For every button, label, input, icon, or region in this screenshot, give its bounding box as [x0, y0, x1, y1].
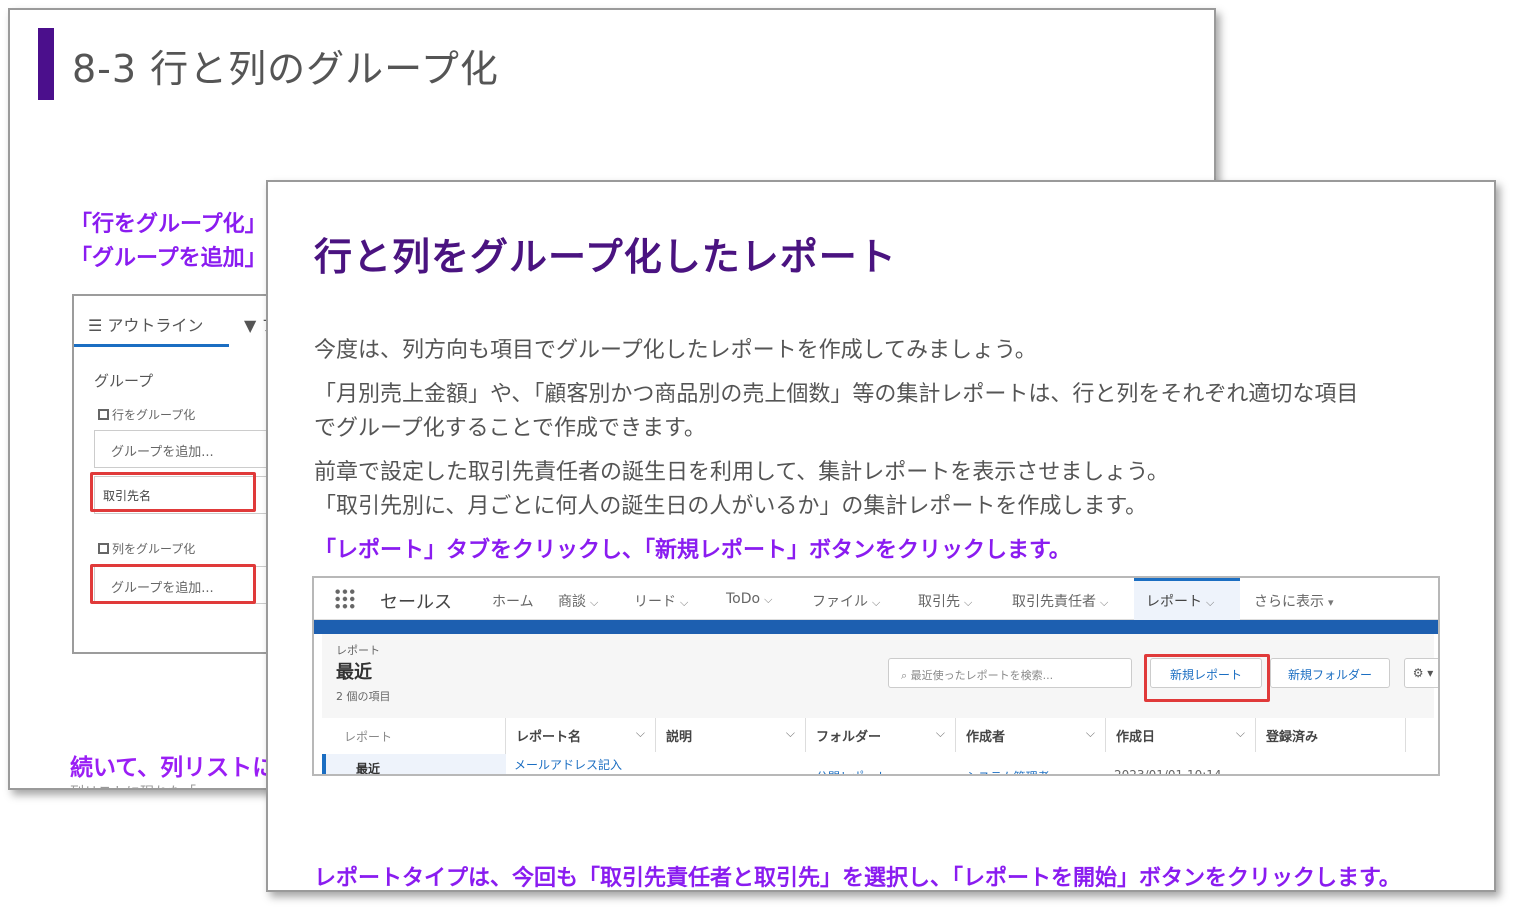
column-header-folder[interactable]: フォルダー ⌵: [806, 718, 956, 752]
column-header-description[interactable]: 説明 ⌵: [656, 718, 806, 752]
report-search-input[interactable]: ⌕ 最近使ったレポートを検索...: [888, 658, 1132, 688]
column-header-created-by[interactable]: 作成者 ⌵: [956, 718, 1106, 752]
back-slide-text-line: 列リストに現れた「…: [70, 782, 210, 788]
list-title: 最近: [336, 662, 372, 683]
app-name: セールス: [380, 592, 452, 613]
back-slide-text-line: 「グループを追加」: [70, 246, 267, 271]
chevron-down-icon: ⌵: [935, 726, 945, 740]
nav-tab-accounts[interactable]: 取引先 ⌵: [918, 591, 972, 611]
nav-tab-home[interactable]: ホーム: [492, 591, 534, 611]
breadcrumb: レポート: [336, 644, 380, 657]
chevron-down-icon: ⌵: [872, 596, 881, 609]
column-header-subscribed[interactable]: 登録済み: [1256, 718, 1406, 752]
title-accent-bar: [38, 28, 54, 100]
header-band: [314, 620, 1438, 634]
sidebar-header: レポート: [344, 730, 393, 744]
table-row-report-name[interactable]: メールアドレス記入: [514, 756, 622, 773]
body-paragraph: でグループ化することで作成できます。: [314, 416, 706, 441]
table-row-creator[interactable]: システム管理者: [966, 768, 1050, 774]
gear-icon[interactable]: ⚙ ▾: [1404, 658, 1438, 688]
nav-tab-contacts[interactable]: 取引先責任者 ⌵: [1012, 591, 1108, 611]
instruction-text: 「レポート」タブをクリックし、「新規レポート」ボタンをクリックします。: [314, 538, 1071, 563]
nav-tab-leads[interactable]: リード ⌵: [634, 591, 688, 611]
salesforce-screenshot: セールス ホーム 商談 ⌵ リード ⌵ ToDo ⌵ ファイル ⌵ 取引先 ⌵ 取引先責任…: [312, 576, 1440, 776]
grid-icon: [98, 543, 109, 554]
body-paragraph: 「月別売上金額」や、「顧客別かつ商品別の売上個数」等の集計レポートは、行と列をそ…: [314, 382, 1359, 407]
report-sidebar: レポート 最近: [322, 718, 506, 774]
highlight-box: [1144, 654, 1270, 702]
chevron-down-icon: ⌵: [785, 726, 795, 740]
highlight-box: [90, 472, 256, 512]
new-folder-button[interactable]: 新規フォルダー: [1270, 658, 1390, 688]
column-header-report-name[interactable]: レポート名 ⌵: [506, 718, 656, 752]
table-row-created-date: 2023/01/01 10:14: [1114, 768, 1222, 776]
global-nav-bar: セールス ホーム 商談 ⌵ リード ⌵ ToDo ⌵ ファイル ⌵ 取引先 ⌵ 取引先責任…: [314, 578, 1438, 620]
grid-icon: [98, 409, 109, 420]
nav-tab-opportunities[interactable]: 商談 ⌵: [558, 591, 598, 611]
chevron-down-icon: ⌵: [680, 596, 689, 609]
body-paragraph: 前章で設定した取引先責任者の誕生日を利用して、集計レポートを表示させましょう。: [314, 460, 1169, 485]
nav-tab-reports[interactable]: レポート ⌵: [1146, 591, 1214, 611]
chevron-down-icon: ⌵: [1235, 726, 1245, 740]
group-section-heading: グループ: [94, 372, 154, 390]
add-row-group-field[interactable]: グループを追加...: [94, 430, 284, 468]
chevron-down-icon: ⌵: [764, 593, 773, 606]
caret-down-icon: ▾: [1328, 596, 1334, 609]
search-icon: ⌕: [901, 669, 911, 682]
back-slide-text-line: 続いて、列リストに: [70, 755, 276, 781]
group-columns-label: 列をグループ化: [98, 540, 195, 557]
body-paragraph: 今度は、列方向も項目でグループ化したレポートを作成してみましょう。: [314, 338, 1037, 363]
front-slide: 行と列をグループ化したレポート 今度は、列方向も項目でグループ化したレポートを作…: [266, 180, 1496, 892]
front-slide-title: 行と列をグループ化したレポート: [314, 235, 897, 279]
active-tab-indicator: [74, 344, 229, 347]
back-slide-text-line: 「行をグループ化」: [70, 212, 267, 237]
app-launcher-icon[interactable]: [334, 588, 356, 610]
chevron-down-icon: ⌵: [590, 596, 599, 609]
highlight-box: [90, 564, 256, 604]
nav-tab-files[interactable]: ファイル ⌵: [812, 591, 880, 611]
chevron-down-icon: ⌵: [1100, 596, 1109, 609]
item-count: 2 個の項目: [336, 690, 391, 703]
table-row-folder[interactable]: 公開レポート: [816, 768, 888, 774]
sidebar-item-recent[interactable]: 最近: [322, 754, 506, 774]
chevron-down-icon: ⌵: [635, 726, 645, 740]
back-slide-title: 8-3 行と列のグループ化: [72, 47, 499, 91]
nav-tab-todo[interactable]: ToDo ⌵: [726, 591, 772, 607]
tab-outline[interactable]: ☰ アウトライン: [88, 312, 203, 336]
body-paragraph: 「取引先別に、月ごとに何人の誕生日の人がいるか」の集計レポートを作成します。: [314, 494, 1148, 519]
group-rows-label: 行をグループ化: [98, 406, 195, 423]
column-header-created-date[interactable]: 作成日 ⌵: [1106, 718, 1256, 752]
chevron-down-icon: ⌵: [1085, 726, 1095, 740]
chevron-down-icon: ⌵: [964, 596, 973, 609]
instruction-text: レポートタイプは、今回も「取引先責任者と取引先」を選択し、「レポートを開始」ボタ…: [314, 866, 1401, 891]
chevron-down-icon: ⌵: [1206, 596, 1215, 609]
nav-tab-more[interactable]: さらに表示 ▾: [1254, 591, 1334, 611]
